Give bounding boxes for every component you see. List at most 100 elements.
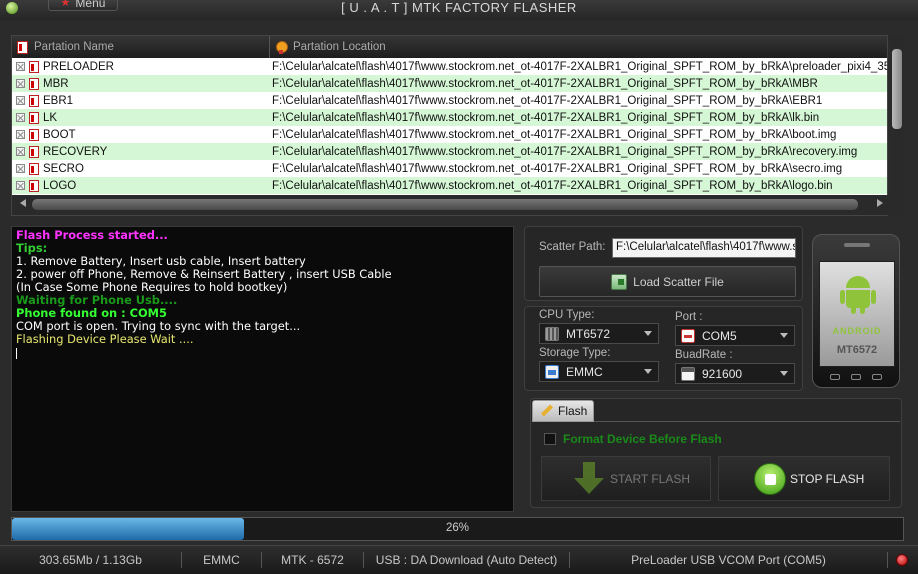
phone-chip-label: MT6572 (836, 344, 878, 356)
document-icon (29, 179, 39, 192)
chevron-down-icon (780, 333, 788, 338)
partition-name: RECOVERY (43, 145, 108, 158)
row-checkbox[interactable] (16, 79, 25, 88)
progress-label: 26% (445, 522, 470, 534)
cpu-type-select[interactable]: MT6572 (539, 323, 659, 344)
table-row[interactable]: LK F:\Celular\alcatel\flash\4017f\www.st… (12, 109, 887, 126)
horizontal-scrollbar[interactable] (12, 195, 889, 215)
table-row[interactable]: PRELOADER F:\Celular\alcatel\flash\4017f… (12, 58, 887, 75)
document-icon (29, 94, 39, 107)
row-checkbox[interactable] (16, 113, 25, 122)
download-arrow-icon (572, 461, 606, 496)
column-header-name[interactable]: Partation Name (12, 36, 270, 58)
usb-icon (681, 328, 695, 343)
partition-name: MBR (43, 77, 69, 90)
phone-keys (813, 374, 899, 380)
scatter-panel: Scatter Path: F:\Celular\alcatel\flash\4… (524, 226, 803, 301)
folder-icon (611, 273, 628, 290)
baud-rate-select[interactable]: 921600 (675, 363, 795, 384)
stop-icon (754, 462, 786, 495)
port-select[interactable]: COM5 (675, 325, 795, 346)
document-icon (29, 145, 39, 158)
document-icon (29, 60, 39, 73)
partition-name: SECRO (43, 162, 84, 175)
baud-rate-label: BuadRate : (675, 349, 733, 361)
table-rows: PRELOADER F:\Celular\alcatel\flash\4017f… (12, 58, 887, 194)
android-wordmark: ANDROID (832, 326, 882, 336)
window-title: [ U . A . T ] MTK FACTORY FLASHER (341, 0, 577, 15)
partition-location: F:\Celular\alcatel\flash\4017f\www.stock… (272, 128, 837, 141)
status-usb: USB : DA Download (Auto Detect) (364, 552, 570, 568)
log-console[interactable]: Flash Process started... Tips: 1. Remove… (11, 226, 514, 512)
partition-name: EBR1 (43, 94, 74, 107)
chevron-down-icon (644, 331, 652, 336)
calendar-icon (681, 366, 695, 381)
cpu-type-value: MT6572 (566, 326, 611, 341)
table-row[interactable]: BOOT F:\Celular\alcatel\flash\4017f\www.… (12, 126, 887, 143)
scatter-path-label: Scatter Path: (539, 241, 606, 253)
title-bar: ★ Menu [ U . A . T ] MTK FACTORY FLASHER (0, 0, 918, 20)
progress-bar: 26% (11, 517, 904, 541)
table-row[interactable]: SECRO F:\Celular\alcatel\flash\4017f\www… (12, 160, 887, 177)
vertical-scroll-thumb[interactable] (892, 49, 902, 129)
format-checkbox[interactable] (544, 433, 556, 445)
column-header-name-label: Partation Name (34, 41, 114, 53)
document-icon (17, 40, 28, 54)
horizontal-scroll-thumb[interactable] (32, 199, 858, 210)
document-icon (29, 111, 39, 124)
tab-flash[interactable]: Flash (532, 400, 594, 422)
record-icon[interactable] (896, 554, 908, 566)
document-icon (29, 162, 39, 175)
status-chip: MTK - 6572 (262, 552, 364, 568)
format-label: Format Device Before Flash (563, 432, 722, 446)
partition-table: Partation Name Partation Location PRELOA… (11, 35, 889, 216)
row-checkbox[interactable] (16, 164, 25, 173)
partition-name: BOOT (43, 128, 76, 141)
phone-screen: ANDROID MT6572 (819, 261, 895, 367)
row-checkbox[interactable] (16, 181, 25, 190)
scatter-path-input[interactable]: F:\Celular\alcatel\flash\4017f\www.stock… (612, 238, 796, 258)
load-scatter-button[interactable]: Load Scatter File (539, 266, 796, 297)
android-logo-icon (840, 276, 876, 314)
storage-type-select[interactable]: EMMC (539, 361, 659, 382)
table-row[interactable]: EBR1 F:\Celular\alcatel\flash\4017f\www.… (12, 92, 887, 109)
vertical-scrollbar[interactable] (890, 35, 904, 216)
partition-location: F:\Celular\alcatel\flash\4017f\www.stock… (272, 145, 858, 158)
stop-flash-button[interactable]: STOP FLASH (718, 456, 890, 501)
table-row[interactable]: LOGO F:\Celular\alcatel\flash\4017f\www.… (12, 177, 887, 194)
stop-flash-label: STOP FLASH (790, 471, 865, 486)
row-checkbox[interactable] (16, 62, 25, 71)
status-bar: 303.65Mb / 1.13Gb EMMC MTK - 6572 USB : … (0, 545, 918, 574)
partition-name: PRELOADER (43, 60, 114, 73)
chevron-down-icon (644, 369, 652, 374)
table-header: Partation Name Partation Location (12, 36, 887, 58)
pencil-icon (541, 405, 553, 417)
start-flash-button[interactable]: START FLASH (541, 456, 711, 501)
tab-divider (594, 421, 900, 422)
scroll-left-icon[interactable] (20, 199, 26, 207)
start-flash-label: START FLASH (610, 471, 691, 486)
table-row[interactable]: RECOVERY F:\Celular\alcatel\flash\4017f\… (12, 143, 887, 160)
port-value: COM5 (702, 328, 737, 343)
partition-location: F:\Celular\alcatel\flash\4017f\www.stock… (272, 162, 843, 175)
status-memory: 303.65Mb / 1.13Gb (0, 552, 182, 568)
partition-location: F:\Celular\alcatel\flash\4017f\www.stock… (272, 77, 818, 90)
chip-icon (545, 326, 559, 341)
scroll-right-icon[interactable] (877, 199, 883, 207)
column-header-location[interactable]: Partation Location (270, 36, 887, 58)
device-settings-panel: CPU Type: MT6572 Port : COM5 Storage Typ… (524, 306, 803, 391)
partition-location: F:\Celular\alcatel\flash\4017f\www.stock… (272, 94, 823, 107)
row-checkbox[interactable] (16, 147, 25, 156)
chevron-down-icon (780, 371, 788, 376)
format-option[interactable]: Format Device Before Flash (544, 432, 722, 446)
partition-name: LOGO (43, 179, 77, 192)
partition-location: F:\Celular\alcatel\flash\4017f\www.stock… (272, 60, 887, 73)
medal-icon (275, 40, 288, 54)
row-checkbox[interactable] (16, 96, 25, 105)
row-checkbox[interactable] (16, 130, 25, 139)
table-row[interactable]: MBR F:\Celular\alcatel\flash\4017f\www.s… (12, 75, 887, 92)
log-line: Flash Process started... (16, 228, 168, 242)
partition-location: F:\Celular\alcatel\flash\4017f\www.stock… (272, 111, 820, 124)
document-icon (29, 128, 39, 141)
partition-name: LK (43, 111, 58, 124)
